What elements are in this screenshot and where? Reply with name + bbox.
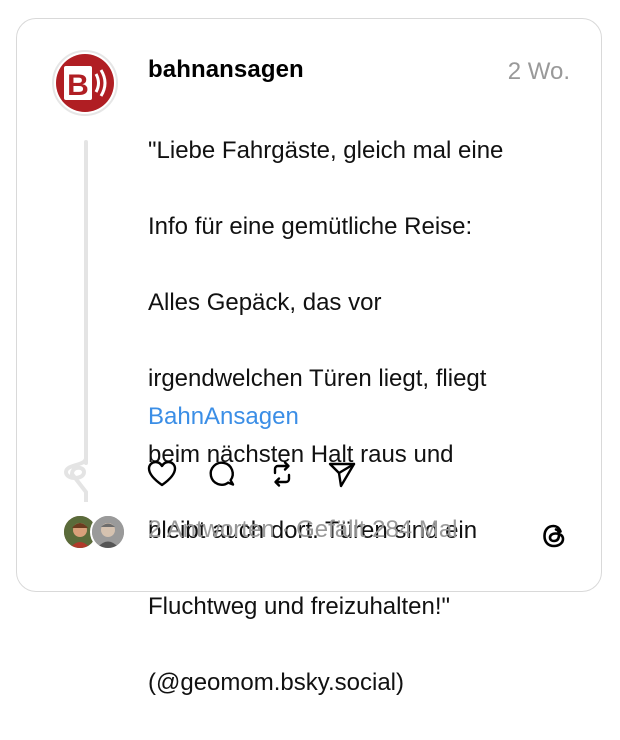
replier-avatar <box>90 514 126 550</box>
post-text-line: Fluchtweg und freizuhalten!" <box>148 593 451 620</box>
avatar-letter: B <box>67 69 89 102</box>
tag-link[interactable]: BahnAnsagen <box>148 398 299 436</box>
post-stats: 2 Antworten · Gefällt 284 Mal <box>148 516 458 544</box>
post-text-line: "Liebe Fahrgäste, gleich mal eine <box>148 137 504 164</box>
repost-icon[interactable] <box>266 458 298 490</box>
stats-separator: · <box>274 516 297 543</box>
post-text-line: (@geomom.bsky.social) <box>148 669 404 696</box>
thread-loop-icon <box>63 452 88 502</box>
profile-avatar[interactable]: B <box>52 50 118 116</box>
threads-logo-icon[interactable] <box>538 520 570 552</box>
heart-icon[interactable] <box>146 458 178 490</box>
post-text-line: irgendwelchen Türen liegt, fliegt <box>148 365 487 392</box>
post-text-line: Alles Gepäck, das vor <box>148 289 382 316</box>
likes-count[interactable]: Gefällt 284 Mal <box>296 516 457 543</box>
replier-avatars[interactable] <box>62 512 132 550</box>
username[interactable]: bahnansagen <box>148 56 304 84</box>
comment-icon[interactable] <box>206 458 238 490</box>
post-text-line: Info für eine gemütliche Reise: <box>148 213 473 240</box>
post-timestamp[interactable]: 2 Wo. <box>508 58 570 86</box>
send-icon[interactable] <box>326 458 358 490</box>
thread-line <box>84 140 88 465</box>
replies-count[interactable]: 2 Antworten <box>148 516 275 543</box>
